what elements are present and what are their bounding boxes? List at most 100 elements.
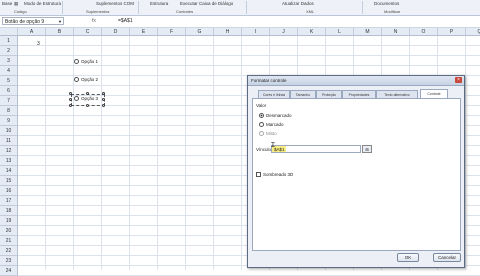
radio-label: Marcado	[266, 122, 284, 127]
value-group-label: Valor	[256, 103, 267, 108]
formula-bar: Botão de opção 9 ▼ fx =$A$1	[0, 16, 480, 28]
cell-link-input[interactable]: $A$1	[271, 145, 361, 153]
row-header-18[interactable]: 18	[0, 206, 18, 216]
ribbon-macros-icon[interactable]: ▦	[14, 1, 18, 7]
column-header-l[interactable]: L	[326, 28, 354, 36]
ribbon-separator	[246, 1, 247, 14]
column-header-e[interactable]: E	[130, 28, 158, 36]
radio-unchecked-option[interactable]: Desmarcado	[259, 113, 292, 119]
column-header-m[interactable]: M	[354, 28, 382, 36]
row-header-14[interactable]: 14	[0, 166, 18, 176]
resize-handle[interactable]	[86, 104, 89, 107]
ribbon-refresh-data[interactable]: Atualizar Dados	[282, 1, 314, 6]
ribbon-group-controls: Controles	[176, 9, 194, 14]
ribbon-documents[interactable]: Documentos	[374, 1, 399, 6]
ribbon-run-dialog[interactable]: Executar Caixa de Diálogo	[180, 1, 233, 6]
row-header-7[interactable]: 7	[0, 96, 18, 106]
ribbon-design-mode[interactable]: Modo de Estrutura	[24, 1, 61, 6]
column-header-f[interactable]: F	[158, 28, 186, 36]
close-icon[interactable]: ×	[455, 77, 462, 83]
column-header-q[interactable]: Q	[466, 28, 480, 36]
chevron-down-icon[interactable]: ▼	[58, 18, 62, 26]
row-header-3[interactable]: 3	[0, 56, 18, 66]
ribbon-group-addins: Suplementos	[86, 9, 110, 14]
ribbon: Base ▦ Modo de Estrutura Suplementos COM…	[0, 0, 480, 16]
range-select-icon[interactable]: ⊞	[362, 145, 372, 153]
shading-3d-label: Sombreado 3D	[263, 172, 294, 177]
ribbon-separator	[62, 1, 63, 14]
tab-protection[interactable]: Proteção	[316, 90, 342, 98]
row-header-15[interactable]: 15	[0, 176, 18, 186]
row-header-11[interactable]: 11	[0, 136, 18, 146]
radio-label: Desmarcado	[266, 113, 292, 118]
cancel-button[interactable]: Cancelar	[433, 253, 461, 262]
name-box-value: Botão de opção 9	[5, 19, 45, 25]
resize-handle[interactable]	[69, 98, 72, 101]
row-header-4[interactable]: 4	[0, 66, 18, 76]
row-header-12[interactable]: 12	[0, 146, 18, 156]
fx-icon[interactable]: fx	[92, 18, 96, 24]
column-header-h[interactable]: H	[214, 28, 242, 36]
ribbon-com-addins[interactable]: Suplementos COM	[96, 1, 134, 6]
row-header-10[interactable]: 10	[0, 126, 18, 136]
row-header-23[interactable]: 23	[0, 256, 18, 266]
tab-properties[interactable]: Propriedades	[342, 90, 376, 98]
column-header-n[interactable]: N	[382, 28, 410, 36]
radio-checked-option[interactable]: Marcado	[259, 122, 284, 128]
row-header-22[interactable]: 22	[0, 246, 18, 256]
row-header-5[interactable]: 5	[0, 76, 18, 86]
option-button-2[interactable]: Opção 2	[74, 77, 98, 86]
ribbon-separator	[138, 1, 139, 14]
ribbon-group-xml: XML	[306, 9, 315, 14]
name-box[interactable]: Botão de opção 9 ▼	[2, 17, 64, 25]
column-header-p[interactable]: P	[438, 28, 466, 36]
row-header-21[interactable]: 21	[0, 236, 18, 246]
resize-handle[interactable]	[69, 104, 72, 107]
row-header-8[interactable]: 8	[0, 106, 18, 116]
formula-input[interactable]: =$A$1	[118, 18, 133, 24]
column-header-c[interactable]: C	[74, 28, 102, 36]
row-header-19[interactable]: 19	[0, 216, 18, 226]
ribbon-structure[interactable]: Estrutura	[150, 1, 168, 6]
row-header-16[interactable]: 16	[0, 186, 18, 196]
column-header-o[interactable]: O	[410, 28, 438, 36]
select-all-corner[interactable]	[0, 28, 18, 36]
column-header-i[interactable]: I	[242, 28, 270, 36]
resize-handle[interactable]	[69, 92, 72, 95]
column-header-b[interactable]: B	[46, 28, 74, 36]
resize-handle[interactable]	[102, 98, 105, 101]
tab-size[interactable]: Tamanho	[290, 90, 316, 98]
column-header-k[interactable]: K	[298, 28, 326, 36]
row-header-17[interactable]: 17	[0, 196, 18, 206]
column-header-a[interactable]: A	[18, 28, 46, 36]
checkbox-icon	[256, 172, 261, 178]
text-cursor-icon: Ɪ	[271, 142, 275, 149]
tab-colors-lines[interactable]: Cores e linhas	[258, 90, 290, 98]
gridline-horizontal	[18, 55, 480, 56]
ribbon-separator	[362, 1, 363, 14]
resize-handle[interactable]	[86, 92, 89, 95]
option-button-1[interactable]: Opção 1	[74, 59, 98, 68]
tab-alt-text[interactable]: Texto alternativo	[376, 90, 418, 98]
row-header-6[interactable]: 6	[0, 86, 18, 96]
radio-icon	[74, 77, 79, 83]
dialog-title: Formatar controle	[248, 76, 464, 86]
resize-handle[interactable]	[102, 92, 105, 95]
column-header-d[interactable]: D	[102, 28, 130, 36]
radio-label: Misto	[266, 131, 277, 136]
cell-link-value: $A$1	[274, 147, 285, 152]
row-header-20[interactable]: 20	[0, 226, 18, 236]
shading-3d-checkbox[interactable]: Sombreado 3D	[256, 172, 294, 178]
row-header-1[interactable]: 1	[0, 36, 18, 46]
row-header-2[interactable]: 2	[0, 46, 18, 56]
row-header-13[interactable]: 13	[0, 156, 18, 166]
resize-handle[interactable]	[102, 104, 105, 107]
row-header-9[interactable]: 9	[0, 116, 18, 126]
column-header-g[interactable]: G	[186, 28, 214, 36]
ok-button[interactable]: OK	[397, 253, 419, 262]
row-header-24[interactable]: 24	[0, 266, 18, 276]
option-button-label: Opção 2	[81, 77, 99, 82]
ribbon-base-label[interactable]: Base	[2, 1, 12, 6]
column-header-j[interactable]: J	[270, 28, 298, 36]
radio-mixed-option[interactable]: Misto	[259, 131, 277, 137]
